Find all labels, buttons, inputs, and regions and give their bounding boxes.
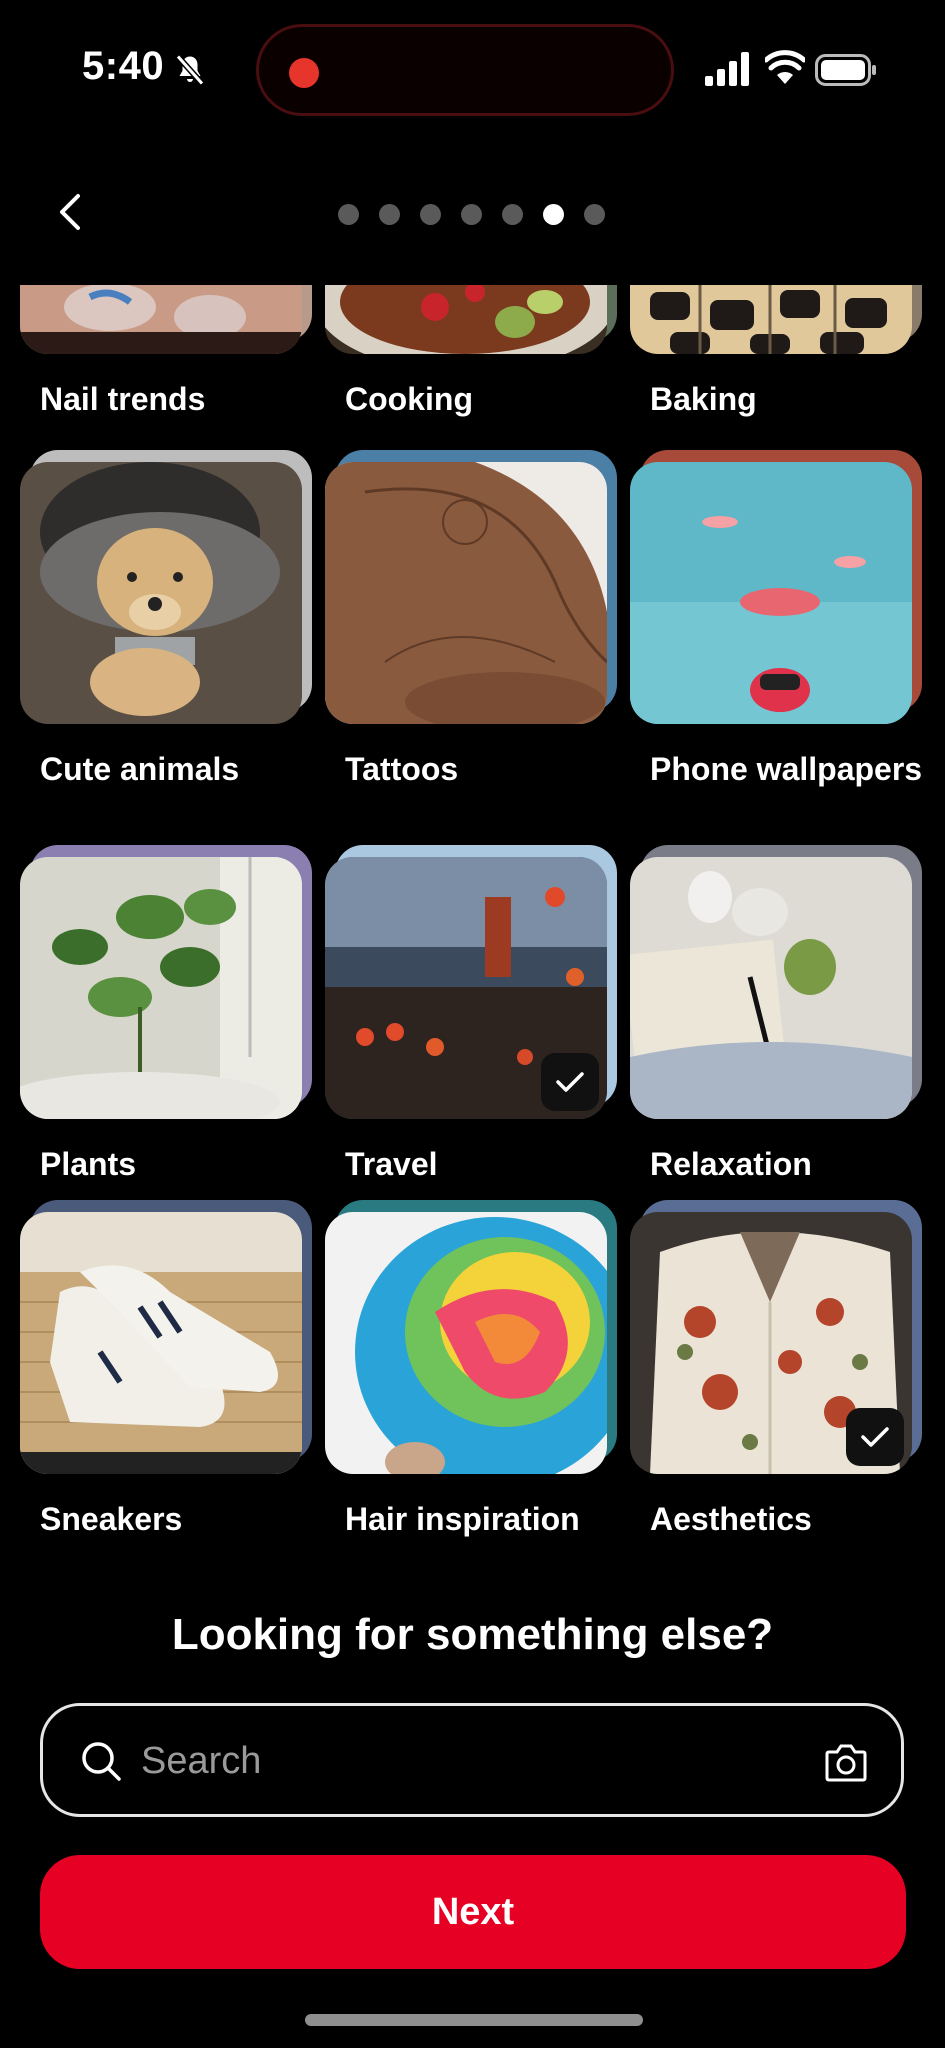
topic-card-aesthetics[interactable]: Aesthetics [630, 1200, 922, 1537]
selected-checkmark-icon [541, 1053, 599, 1111]
topic-card-relaxation[interactable]: Relaxation [630, 845, 922, 1182]
topic-image [20, 857, 302, 1119]
topic-card-phone-wallpapers[interactable]: Phone wallpapers [630, 450, 922, 787]
topic-image [20, 1212, 302, 1474]
next-button[interactable]: Next [40, 1855, 906, 1969]
signal-icon [705, 52, 749, 86]
topic-image [20, 285, 302, 354]
back-button[interactable] [48, 190, 92, 234]
search-bar[interactable] [40, 1703, 904, 1817]
topic-label: Relaxation [650, 1146, 812, 1182]
topic-card-nail-trends[interactable]: Nail trends [20, 285, 312, 417]
topic-label: Cooking [345, 381, 473, 417]
status-time: 5:40 [82, 44, 165, 88]
status-bar: 5:40 [0, 0, 945, 140]
topic-label: Phone wallpapers [650, 751, 923, 787]
topic-card-cooking[interactable]: Cooking [325, 285, 617, 417]
topic-image [325, 462, 607, 724]
topic-label: Travel [345, 1146, 438, 1182]
topic-label: Baking [650, 381, 757, 417]
topic-image [630, 462, 912, 724]
topic-label: Tattoos [345, 751, 459, 787]
topic-grid: Nail trends Cooking Baking Cute animals … [0, 285, 945, 1555]
search-input[interactable] [139, 1728, 763, 1794]
topic-card-sneakers[interactable]: Sneakers [20, 1200, 312, 1537]
topic-card-baking[interactable]: Baking [630, 285, 922, 417]
wifi-icon [765, 50, 805, 84]
topic-image [325, 285, 607, 354]
topic-label: Sneakers [40, 1501, 183, 1537]
topic-card-plants[interactable]: Plants [20, 845, 312, 1182]
progress-dot [420, 204, 441, 225]
progress-dot [379, 204, 400, 225]
progress-dot [502, 204, 523, 225]
topic-label: Aesthetics [650, 1501, 812, 1537]
section-title: Looking for something else? [171, 1610, 774, 1659]
dynamic-island [256, 24, 674, 116]
topic-label: Plants [40, 1146, 137, 1182]
topic-card-cute-animals[interactable]: Cute animals [20, 450, 312, 787]
recording-dot-icon [289, 58, 319, 88]
topic-label: Cute animals [40, 751, 240, 787]
topic-label: Hair inspiration [345, 1501, 580, 1537]
bell-slash-icon [175, 54, 205, 86]
progress-dot [584, 204, 605, 225]
topic-image [325, 1212, 607, 1474]
search-icon [82, 1742, 121, 1781]
progress-dot [461, 204, 482, 225]
camera-icon[interactable] [825, 1742, 867, 1782]
battery-icon [815, 54, 876, 86]
topic-card-hair-inspiration[interactable]: Hair inspiration [325, 1200, 617, 1537]
progress-dot [338, 204, 359, 225]
topic-image [630, 285, 912, 354]
progress-dot-active [543, 204, 564, 225]
progress-dots [338, 204, 605, 225]
topic-card-tattoos[interactable]: Tattoos [325, 450, 617, 787]
topic-image [20, 462, 302, 724]
home-indicator [305, 2014, 643, 2026]
topic-label: Nail trends [40, 381, 206, 417]
selected-checkmark-icon [846, 1408, 904, 1466]
topic-image [630, 857, 912, 1119]
topic-card-travel[interactable]: Travel [325, 845, 617, 1182]
